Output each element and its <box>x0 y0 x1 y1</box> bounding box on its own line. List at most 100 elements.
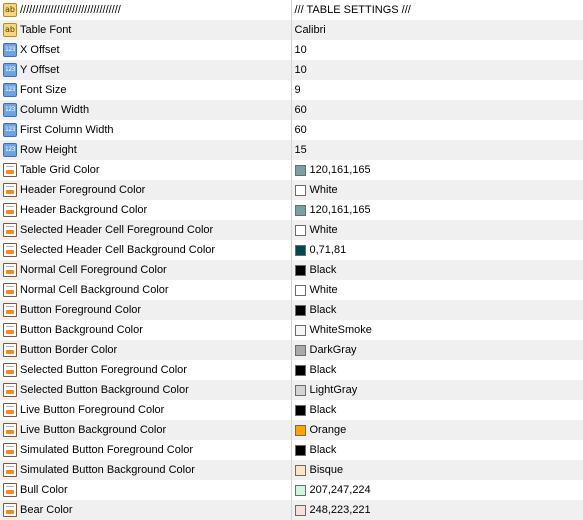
property-row[interactable]: Normal Cell Background Color White <box>0 280 583 300</box>
property-value-cell[interactable]: Black <box>291 440 583 460</box>
property-row[interactable]: 123Column Width 60 <box>0 100 583 120</box>
property-value[interactable]: /// TABLE SETTINGS /// <box>295 4 411 16</box>
property-value-cell[interactable]: 60 <box>291 120 583 140</box>
property-value-cell[interactable]: 207,247,224 <box>291 480 583 500</box>
property-row[interactable]: 123Row Height 15 <box>0 140 583 160</box>
property-name-cell[interactable]: 123Row Height <box>0 140 291 160</box>
property-name-cell[interactable]: 123First Column Width <box>0 120 291 140</box>
property-name-cell[interactable]: Button Background Color <box>0 320 291 340</box>
property-value-cell[interactable]: 120,161,165 <box>291 200 583 220</box>
property-value[interactable]: 10 <box>295 44 307 56</box>
property-value-cell[interactable]: 15 <box>291 140 583 160</box>
property-value-cell[interactable]: Orange <box>291 420 583 440</box>
property-row[interactable]: Bull Color 207,247,224 <box>0 480 583 500</box>
property-value[interactable]: 10 <box>295 64 307 76</box>
property-row[interactable]: Selected Button Foreground Color Black <box>0 360 583 380</box>
property-value[interactable]: White <box>310 284 338 296</box>
property-name-cell[interactable]: Table Grid Color <box>0 160 291 180</box>
property-row[interactable]: Simulated Button Background Color Bisque <box>0 460 583 480</box>
property-value-cell[interactable]: 0,71,81 <box>291 240 583 260</box>
property-value[interactable]: Black <box>310 364 337 376</box>
property-row[interactable]: 123First Column Width 60 <box>0 120 583 140</box>
property-name-cell[interactable]: Selected Header Cell Background Color <box>0 240 291 260</box>
property-row[interactable]: 123Y Offset 10 <box>0 60 583 80</box>
property-value[interactable]: 15 <box>295 144 307 156</box>
property-row[interactable]: Button Foreground Color Black <box>0 300 583 320</box>
property-name-cell[interactable]: Live Button Background Color <box>0 420 291 440</box>
property-name-cell[interactable]: Simulated Button Foreground Color <box>0 440 291 460</box>
property-value-cell[interactable]: White <box>291 220 583 240</box>
property-value[interactable]: 248,223,221 <box>310 504 371 516</box>
property-value[interactable]: Calibri <box>295 24 326 36</box>
property-row[interactable]: Header Background Color 120,161,165 <box>0 200 583 220</box>
property-name-cell[interactable]: Button Foreground Color <box>0 300 291 320</box>
property-value-cell[interactable]: Black <box>291 360 583 380</box>
property-name-cell[interactable]: Selected Header Cell Foreground Color <box>0 220 291 240</box>
property-name-cell[interactable]: 123Y Offset <box>0 60 291 80</box>
property-row[interactable]: Selected Header Cell Foreground Color Whi… <box>0 220 583 240</box>
property-row[interactable]: Header Foreground Color White <box>0 180 583 200</box>
property-value-cell[interactable]: White <box>291 180 583 200</box>
property-value[interactable]: LightGray <box>310 384 358 396</box>
property-row[interactable]: Button Background Color WhiteSmoke <box>0 320 583 340</box>
property-value[interactable]: Black <box>310 304 337 316</box>
property-row[interactable]: 123Font Size 9 <box>0 80 583 100</box>
property-name-cell[interactable]: Selected Button Foreground Color <box>0 360 291 380</box>
property-value-cell[interactable]: 10 <box>291 40 583 60</box>
property-name-cell[interactable]: 123Font Size <box>0 80 291 100</box>
property-row[interactable]: Live Button Background Color Orange <box>0 420 583 440</box>
property-value[interactable]: White <box>310 224 338 236</box>
property-name-cell[interactable]: Bear Color <box>0 500 291 520</box>
property-value[interactable]: White <box>310 184 338 196</box>
property-value[interactable]: Bisque <box>310 464 344 476</box>
property-row[interactable]: Bear Color 248,223,221 <box>0 500 583 520</box>
property-row[interactable]: Live Button Foreground ColorBlack <box>0 400 583 420</box>
property-name-cell[interactable]: Header Foreground Color <box>0 180 291 200</box>
property-value-cell[interactable]: Black <box>291 400 583 420</box>
property-name-cell[interactable]: Button Border Color <box>0 340 291 360</box>
property-value-cell[interactable]: Calibri <box>291 20 583 40</box>
property-value[interactable]: Black <box>310 264 337 276</box>
property-name-cell[interactable]: abTable Font <box>0 20 291 40</box>
property-name-cell[interactable]: Header Background Color <box>0 200 291 220</box>
property-row[interactable]: Table Grid Color 120,161,165 <box>0 160 583 180</box>
property-name-cell[interactable]: ab///////////////////////////////// <box>0 0 291 20</box>
property-name-cell[interactable]: Selected Button Background Color <box>0 380 291 400</box>
property-row[interactable]: Button Border Color DarkGray <box>0 340 583 360</box>
property-value[interactable]: Orange <box>310 424 347 436</box>
property-row[interactable]: 123X Offset 10 <box>0 40 583 60</box>
property-value-cell[interactable]: 248,223,221 <box>291 500 583 520</box>
property-name-cell[interactable]: Bull Color <box>0 480 291 500</box>
property-value[interactable]: Black <box>310 404 337 416</box>
property-value-cell[interactable]: 60 <box>291 100 583 120</box>
property-value-cell[interactable]: DarkGray <box>291 340 583 360</box>
property-value-cell[interactable]: Black <box>291 300 583 320</box>
property-value-cell[interactable]: WhiteSmoke <box>291 320 583 340</box>
property-name-cell[interactable]: Normal Cell Foreground Color <box>0 260 291 280</box>
property-value[interactable]: 0,71,81 <box>310 244 347 256</box>
property-row[interactable]: Selected Header Cell Background Color 0,7… <box>0 240 583 260</box>
property-row[interactable]: ab///////////////////////////////// /// T… <box>0 0 583 20</box>
property-value[interactable]: DarkGray <box>310 344 357 356</box>
property-value-cell[interactable]: 9 <box>291 80 583 100</box>
property-value[interactable]: 207,247,224 <box>310 484 371 496</box>
property-name-cell[interactable]: 123X Offset <box>0 40 291 60</box>
property-value[interactable]: 9 <box>295 84 301 96</box>
property-value[interactable]: WhiteSmoke <box>310 324 372 336</box>
property-row[interactable]: Selected Button Background Color LightGra… <box>0 380 583 400</box>
property-value[interactable]: 60 <box>295 124 307 136</box>
property-value-cell[interactable]: White <box>291 280 583 300</box>
property-value[interactable]: 120,161,165 <box>310 164 371 176</box>
property-row[interactable]: Normal Cell Foreground Color Black <box>0 260 583 280</box>
property-name-cell[interactable]: 123Column Width <box>0 100 291 120</box>
property-row[interactable]: abTable Font Calibri <box>0 20 583 40</box>
property-value-cell[interactable]: LightGray <box>291 380 583 400</box>
property-value[interactable]: 60 <box>295 104 307 116</box>
property-row[interactable]: Simulated Button Foreground ColorBlack <box>0 440 583 460</box>
property-value-cell[interactable]: 10 <box>291 60 583 80</box>
property-value[interactable]: 120,161,165 <box>310 204 371 216</box>
property-name-cell[interactable]: Simulated Button Background Color <box>0 460 291 480</box>
property-value-cell[interactable]: Bisque <box>291 460 583 480</box>
property-name-cell[interactable]: Normal Cell Background Color <box>0 280 291 300</box>
property-value-cell[interactable]: /// TABLE SETTINGS /// <box>291 0 583 20</box>
